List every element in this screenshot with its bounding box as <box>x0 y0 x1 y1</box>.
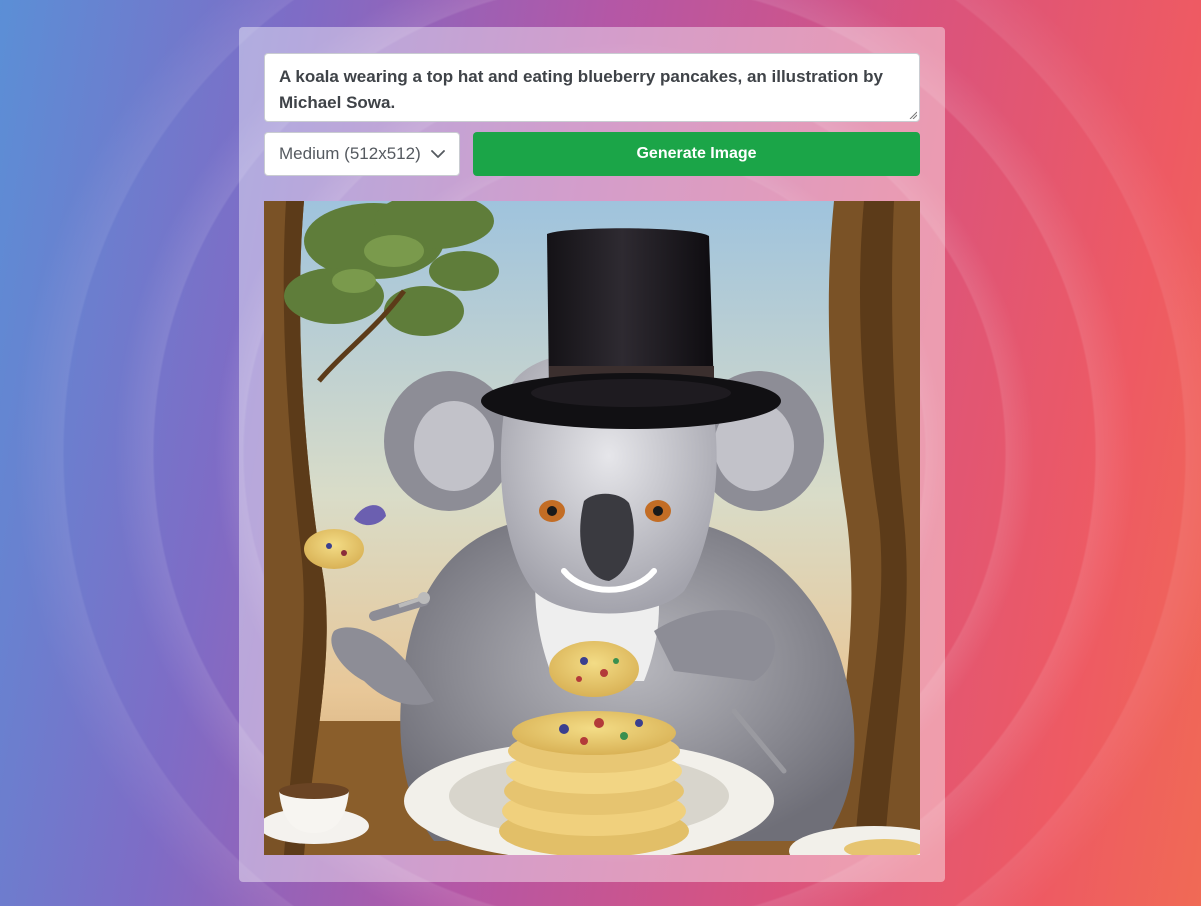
generated-image <box>264 201 920 855</box>
chevron-down-icon <box>431 147 445 161</box>
image-size-selected-value: Medium (512x512) <box>279 144 421 163</box>
image-size-select[interactable]: Medium (512x512) <box>264 132 460 176</box>
resize-grip-icon[interactable] <box>909 111 917 119</box>
generator-card: A koala wearing a top hat and eating blu… <box>239 27 945 882</box>
prompt-textarea[interactable]: A koala wearing a top hat and eating blu… <box>264 53 920 122</box>
koala-illustration <box>264 201 920 855</box>
prompt-text: A koala wearing a top hat and eating blu… <box>279 67 883 112</box>
generate-image-button[interactable]: Generate Image <box>473 132 920 176</box>
